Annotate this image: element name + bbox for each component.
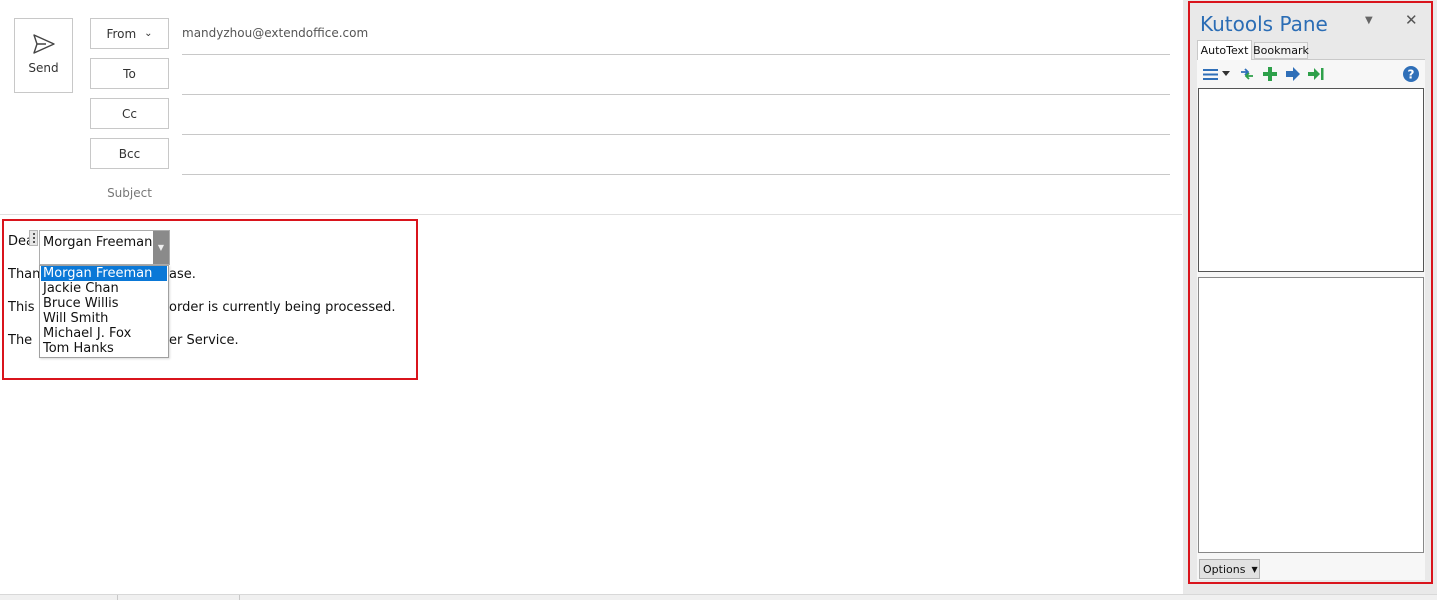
combo-value: Morgan Freeman, xyxy=(43,235,157,250)
subject-field[interactable] xyxy=(182,180,1174,212)
name-dropdown-list: Morgan Freeman Jackie Chan Bruce Willis … xyxy=(39,265,169,358)
body-line-thanks[interactable]: Than xyxy=(8,267,40,282)
dropdown-option[interactable]: Michael J. Fox xyxy=(41,326,167,341)
send-icon xyxy=(32,34,55,54)
from-button[interactable]: From ⌄ xyxy=(90,18,169,49)
cc-divider xyxy=(182,134,1170,135)
dropdown-option[interactable]: Bruce Willis xyxy=(41,296,167,311)
bcc-button[interactable]: Bcc xyxy=(90,138,169,169)
bcc-divider xyxy=(182,174,1170,175)
send-label: Send xyxy=(28,61,59,75)
bcc-label: Bcc xyxy=(118,146,141,161)
chevron-down-icon: ⌄ xyxy=(144,28,153,39)
cc-field[interactable] xyxy=(182,100,1174,132)
combo-dropdown-arrow-icon[interactable]: ▼ xyxy=(153,231,169,264)
send-button[interactable]: Send xyxy=(14,18,73,93)
cc-button[interactable]: Cc xyxy=(90,98,169,129)
subject-label: Subject xyxy=(107,186,152,200)
to-button[interactable]: To xyxy=(90,58,169,89)
dropdown-option[interactable]: Tom Hanks xyxy=(41,341,167,356)
to-field[interactable] xyxy=(182,60,1174,92)
bcc-field[interactable] xyxy=(182,140,1174,172)
body-line-order-tail[interactable]: order is currently being processed. xyxy=(169,300,395,315)
body-line-signoff[interactable]: The xyxy=(8,333,32,348)
dropdown-option[interactable]: Will Smith xyxy=(41,311,167,326)
status-divider xyxy=(117,595,118,600)
body-line-order[interactable]: This xyxy=(8,300,35,315)
highlighted-pane-region xyxy=(1188,1,1433,584)
body-line-thanks-tail[interactable]: ase. xyxy=(169,267,196,282)
status-divider xyxy=(239,595,240,600)
to-label: To xyxy=(123,66,136,81)
name-combo-box[interactable]: Morgan Freeman, ▼ xyxy=(39,230,170,265)
from-address: mandyzhou@extendoffice.com xyxy=(182,26,369,40)
cc-label: Cc xyxy=(122,106,137,121)
to-divider xyxy=(182,94,1170,95)
dropdown-option[interactable]: Morgan Freeman xyxy=(41,266,167,281)
from-divider xyxy=(182,54,1170,55)
status-strip xyxy=(0,594,1437,600)
dropdown-option[interactable]: Jackie Chan xyxy=(41,281,167,296)
from-label: From xyxy=(106,26,137,41)
header-separator xyxy=(0,214,1182,215)
body-line-signoff-tail[interactable]: er Service. xyxy=(169,333,239,348)
content-control-handle[interactable] xyxy=(29,230,38,246)
